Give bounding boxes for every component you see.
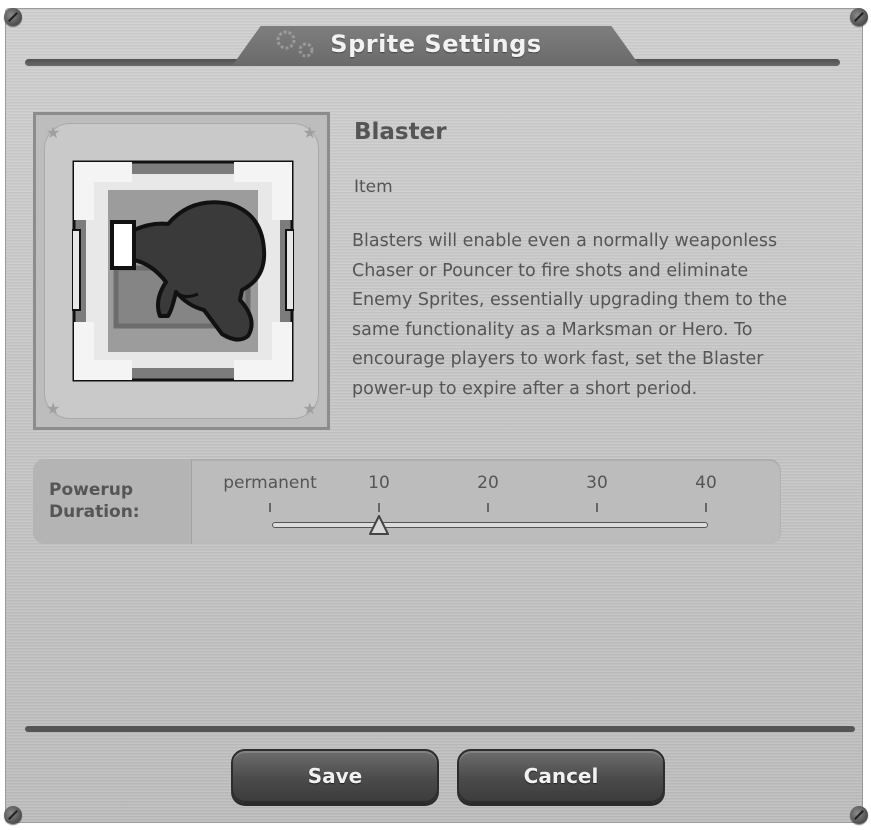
sprite-description: Blasters will enable even a normally wea… [352,231,788,399]
star-icon: ★ [302,399,317,418]
powerup-duration-label: Powerup Duration: [49,480,140,522]
tick-label-10[interactable]: 10 [368,473,390,493]
tick-mark [269,503,271,512]
tick-label-20[interactable]: 20 [477,473,499,493]
corner-bolt-icon [4,806,22,824]
star-icon: ★ [302,123,317,142]
corner-bolt-icon [850,8,868,26]
tick-mark [705,503,707,512]
corner-bolt-icon [850,806,868,824]
dialog-title: Sprite Settings [330,30,542,58]
cancel-button[interactable]: Cancel [457,749,665,803]
tick-label-30[interactable]: 30 [586,473,608,493]
save-button[interactable]: Save [231,749,439,803]
tick-mark [378,503,380,512]
tick-mark [596,503,598,512]
sprite-type: Item [354,177,393,197]
star-icon: ★ [46,399,61,418]
duration-slider-thumb[interactable] [368,514,390,536]
blaster-icon [72,160,294,382]
tick-label-40[interactable]: 40 [695,473,717,493]
sprite-name: Blaster [354,119,447,145]
tick-label-permanent[interactable]: permanent [223,473,317,493]
footer-divider [25,726,855,732]
tick-mark [487,503,489,512]
powerup-duration-panel: Powerup Duration: permanent 10 20 30 40 [33,459,781,544]
duration-slider-track[interactable] [272,522,708,528]
star-icon: ★ [46,123,61,142]
corner-bolt-icon [4,8,22,26]
